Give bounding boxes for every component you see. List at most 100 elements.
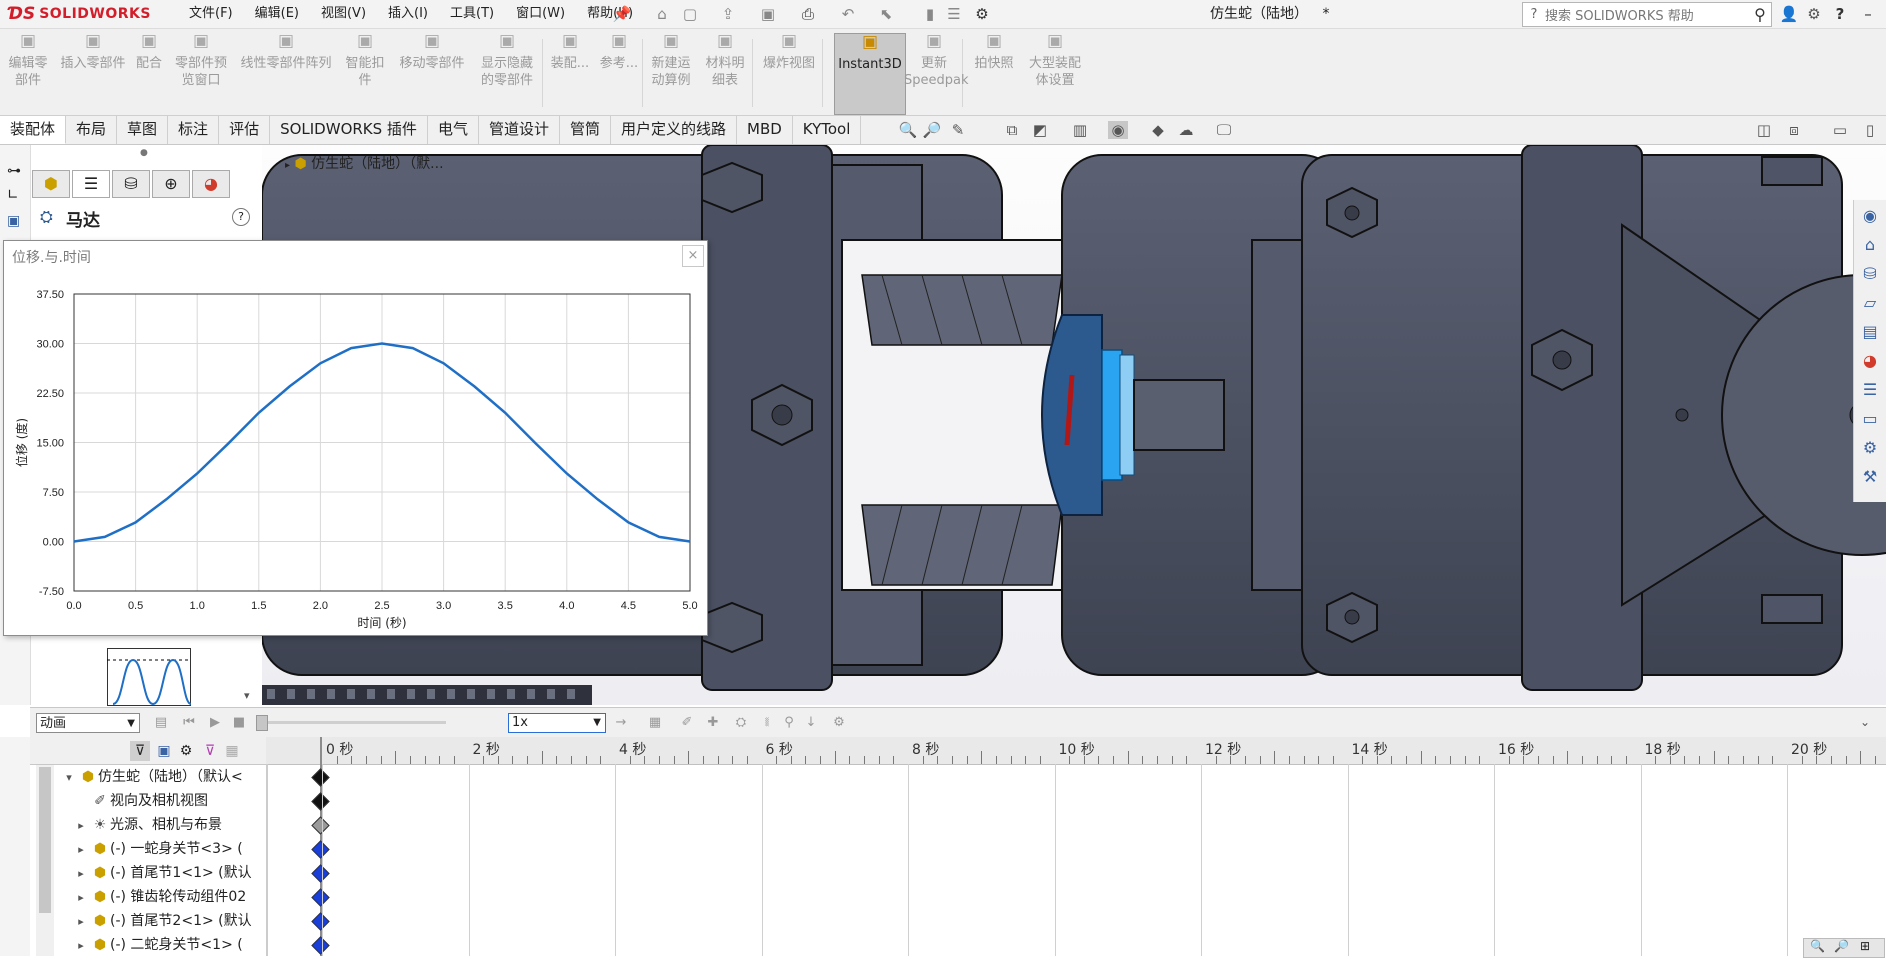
- filter-driving-icon[interactable]: ▣: [154, 741, 174, 761]
- command-preview-window-button[interactable]: ▣ 零部件预 览窗口: [170, 33, 232, 113]
- motor-tool-icon[interactable]: ⛭: [732, 715, 750, 731]
- tab-8[interactable]: 管筒: [560, 116, 611, 144]
- rebuild-icon[interactable]: ▮: [920, 4, 940, 24]
- gravity-icon[interactable]: ↓: [802, 715, 820, 731]
- command-move-component-button[interactable]: ▣ 移动零部件: [398, 33, 466, 113]
- zoom-to-fit-icon[interactable]: 🔍: [898, 121, 918, 139]
- play-from-start-icon[interactable]: ⏮: [180, 715, 198, 731]
- motion-tree-row[interactable]: ▸ ⬢ (-) 首尾节2<1> (默认: [72, 909, 308, 933]
- feature-tree-root[interactable]: ▸ ⬢ 仿生蛇（陆地）（默...: [285, 153, 444, 173]
- tree-expand-icon[interactable]: ▸: [72, 814, 90, 837]
- scroll-down-icon[interactable]: ▾: [244, 689, 250, 702]
- file-explorer-icon[interactable]: ▱: [1858, 291, 1882, 315]
- command-reference-geometry-button[interactable]: ▣ 参考...: [596, 33, 642, 113]
- playback-speed-select[interactable]: 1x ▼: [508, 713, 606, 733]
- tab-6[interactable]: 电气: [428, 116, 479, 144]
- keyframe-key[interactable]: [311, 888, 330, 907]
- menu-view[interactable]: 视图(V): [310, 0, 377, 28]
- tab-feature-manager[interactable]: ⬢: [32, 170, 70, 198]
- motion-tree-row[interactable]: ▾ ⬢ 仿生蛇（陆地）（默认<: [60, 765, 296, 789]
- hide-show-icon[interactable]: ◉: [1108, 121, 1128, 139]
- appearances-icon[interactable]: ◕: [1858, 349, 1882, 373]
- help-search[interactable]: ? 搜索 SOLIDWORKS 帮助 ⚲: [1522, 2, 1772, 27]
- tab-11[interactable]: KYTool: [793, 116, 862, 144]
- spring-icon[interactable]: ⧛: [758, 715, 776, 731]
- command-mate-button[interactable]: ▣ 配合: [132, 33, 166, 113]
- home-icon[interactable]: ⌂: [652, 4, 672, 24]
- keyframe-key[interactable]: [311, 768, 330, 787]
- command-large-assembly-button[interactable]: ▣ 大型装配 体设置: [1024, 33, 1086, 113]
- contact-icon[interactable]: ⚲: [780, 715, 798, 731]
- options-gear-icon[interactable]: ⚙: [972, 4, 992, 24]
- help-button[interactable]: ?: [232, 208, 250, 226]
- motion-tree-row[interactable]: ▸ ⬢ (-) 首尾节1<1> (默认: [72, 861, 308, 885]
- open-icon[interactable]: ⇪: [718, 4, 738, 24]
- search-placeholder[interactable]: 搜索 SOLIDWORKS 帮助: [1545, 5, 1749, 24]
- design-library-icon[interactable]: ⛁: [1858, 262, 1882, 286]
- view-settings-icon[interactable]: 🖵: [1214, 121, 1234, 139]
- command-snapshot-button[interactable]: ▣ 拍快照: [972, 33, 1016, 113]
- display-pane-icon[interactable]: ▣: [7, 213, 20, 229]
- add-ins-icon[interactable]: ⚙: [1858, 436, 1882, 460]
- tree-expand-icon[interactable]: ▸: [72, 886, 90, 909]
- filter-gear-icon[interactable]: ▦: [222, 741, 242, 761]
- tab-9[interactable]: 用户定义的线路: [611, 116, 737, 144]
- menu-insert[interactable]: 插入(I): [377, 0, 439, 28]
- motion-timeline[interactable]: 0 秒 2 秒 4 秒 6 秒 8 秒 10 秒 12 秒 14 秒 16 秒 18 秒 20 秒: [266, 737, 1886, 956]
- keyframe-key[interactable]: [311, 792, 330, 811]
- zoom-in-icon[interactable]: 🔎: [1834, 939, 1849, 953]
- tab-1[interactable]: 布局: [66, 116, 118, 144]
- restore-viewport-icon[interactable]: ◫: [1754, 121, 1774, 139]
- calculate-icon[interactable]: ▤: [152, 715, 170, 731]
- tree-expand-icon[interactable]: ▸: [72, 838, 90, 861]
- apply-scene-icon[interactable]: ☁: [1176, 121, 1196, 139]
- motion-tree-row[interactable]: ▸ ⬢ (-) 二蛇身关节<1> (: [72, 933, 308, 957]
- study-properties-icon[interactable]: ⚙: [830, 715, 848, 731]
- solidworks-logo[interactable]: ƊS SOLIDWORKS: [8, 3, 151, 25]
- filter-animated-icon[interactable]: ⊽: [130, 741, 150, 761]
- tab-2[interactable]: 草图: [117, 116, 169, 144]
- settings-gear-icon[interactable]: ⚙: [1804, 4, 1824, 24]
- tab-10[interactable]: MBD: [737, 116, 793, 144]
- command-speedpak-button[interactable]: ▣ 更新 Speedpak: [904, 33, 969, 113]
- minimize-icon[interactable]: –: [1858, 4, 1878, 24]
- pin-icon[interactable]: 📌: [612, 4, 632, 24]
- help-icon[interactable]: ?: [1830, 4, 1850, 24]
- stop-icon[interactable]: ■: [230, 715, 248, 731]
- menu-window[interactable]: 窗口(W): [505, 0, 576, 28]
- results-graph-window[interactable]: 位移.与.时间 × 0.0 0.5 1.0 1.5 2.0 2.5 3.0 3.5 4.0 4.5…: [3, 240, 708, 636]
- close-viewport-icon[interactable]: ▯: [1860, 121, 1880, 139]
- solidworks-resources-icon[interactable]: ◉: [1858, 204, 1882, 228]
- tab-property-manager[interactable]: ☰: [72, 170, 110, 198]
- keyframe-key[interactable]: [311, 840, 330, 859]
- tab-0[interactable]: 装配体: [0, 116, 67, 144]
- command-exploded-view-button[interactable]: ▣ 爆炸视图: [758, 33, 820, 113]
- graph-close-button[interactable]: ×: [682, 245, 704, 267]
- tree-expand-icon[interactable]: ▸: [72, 862, 90, 885]
- filter-selected-icon[interactable]: ⚙: [176, 741, 196, 761]
- motion-tree-scrollbar[interactable]: [36, 765, 54, 956]
- file-properties-icon[interactable]: ☰: [944, 4, 964, 24]
- maximize-viewport-icon[interactable]: ▭: [1830, 121, 1850, 139]
- tree-expand-icon[interactable]: ▸: [285, 160, 290, 171]
- zoom-fit-icon[interactable]: ⊞: [1860, 939, 1870, 953]
- menu-edit[interactable]: 编辑(E): [244, 0, 310, 28]
- menu-file[interactable]: 文件(F): [178, 0, 244, 28]
- tree-expand-icon[interactable]: ▾: [60, 766, 78, 789]
- motion-tree-row[interactable]: ✐ 视向及相机视图: [72, 789, 308, 813]
- edit-appearance-icon[interactable]: ◆: [1148, 121, 1168, 139]
- view-palette-icon[interactable]: ▤: [1858, 320, 1882, 344]
- tab-display-manager[interactable]: ◕: [192, 170, 230, 198]
- command-assembly-feature-button[interactable]: ▣ 装配...: [548, 33, 592, 113]
- scrollbar-thumb[interactable]: [39, 767, 51, 913]
- search-icon[interactable]: ⚲: [1749, 5, 1771, 24]
- section-view-icon[interactable]: ⧉: [1002, 121, 1022, 139]
- zoom-area-icon[interactable]: 🔎: [922, 121, 942, 139]
- undo-icon[interactable]: ↶: [838, 4, 858, 24]
- command-bom-button[interactable]: ▣ 材料明 细表: [700, 33, 750, 113]
- menu-help[interactable]: 帮助(H): [576, 0, 644, 28]
- motion-tree-row[interactable]: ▸ ☀ 光源、相机与布景: [72, 813, 308, 837]
- user-icon[interactable]: 👤: [1779, 4, 1799, 24]
- tree-expand-icon[interactable]: ▸: [72, 910, 90, 933]
- print-icon[interactable]: ⎙: [798, 4, 818, 24]
